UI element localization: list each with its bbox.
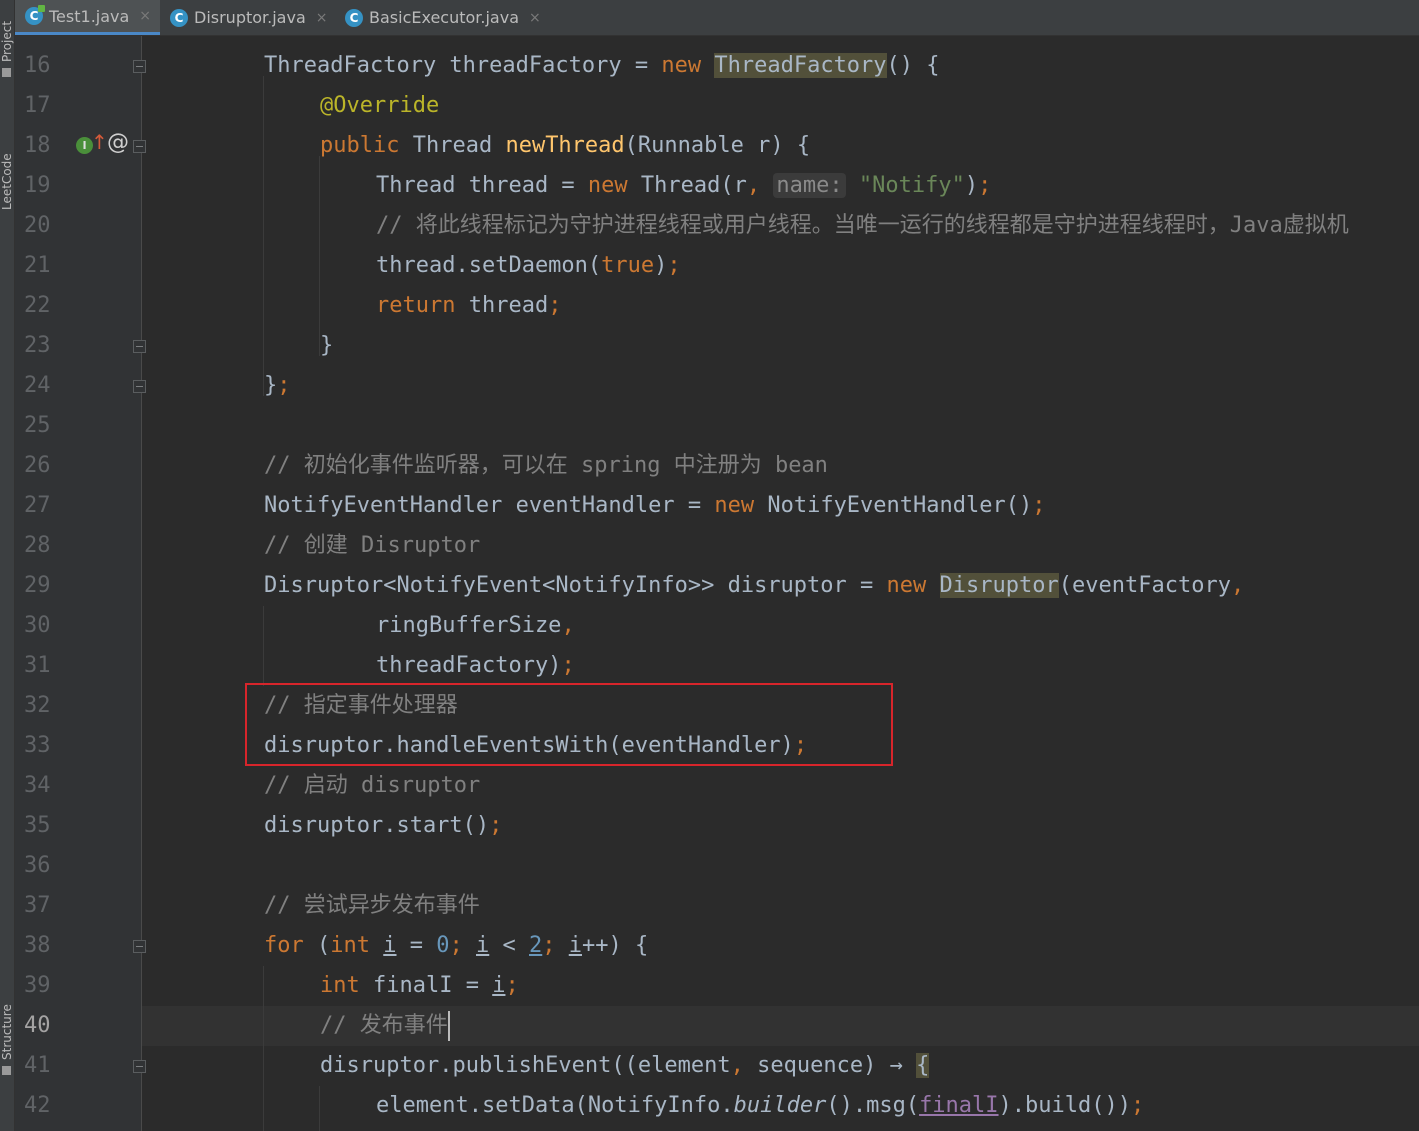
structure-tool-icon[interactable] [2,1066,11,1075]
text-caret [447,1011,450,1041]
tab-disruptor-java[interactable]: C Disruptor.java × [160,0,335,35]
project-tool-label[interactable]: Project [0,0,14,62]
code-line-29: Disruptor<NotifyEvent<NotifyInfo>> disru… [264,573,1245,598]
java-class-icon: C [25,5,45,25]
close-icon[interactable]: × [139,8,151,24]
code-line-21: thread.setDaemon(true); [376,253,681,278]
code-line-19: Thread thread = new Thread(r, name: "Not… [376,173,992,198]
line-number: 32 [24,693,51,718]
line-number: 34 [24,773,51,798]
code-line-42: element.setData(NotifyInfo.builder().msg… [376,1093,1145,1118]
parameter-hint: name: [773,173,846,198]
line-number: 38 [24,933,51,958]
line-number: 23 [24,333,51,358]
line-number: 27 [24,493,51,518]
code-line-16: ThreadFactory threadFactory = new Thread… [264,53,940,78]
highlight-annotation-box [245,683,893,766]
override-at-icon[interactable]: @ [107,130,129,155]
code-line-24: }; [264,373,291,398]
code-line-23: } [320,333,334,358]
line-number: 37 [24,893,51,918]
code-line-26: // 初始化事件监听器，可以在 spring 中注册为 bean [264,453,828,478]
tab-test1-java[interactable]: C Test1.java × [15,0,160,35]
line-number: 24 [24,373,51,398]
line-number: 26 [24,453,51,478]
project-tool-icon[interactable] [2,68,11,77]
tab-label: Test1.java [49,6,130,26]
code-line-22: return thread; [376,293,562,318]
code-editor[interactable]: ThreadFactory threadFactory = new Thread… [142,36,1419,1131]
code-line-17: @Override [320,93,440,118]
line-number: 29 [24,573,51,598]
line-number: 35 [24,813,51,838]
editor-tab-bar: C Test1.java × C Disruptor.java × C Basi… [15,0,1419,36]
code-line-30: ringBufferSize, [376,613,575,638]
code-line-28: // 创建 Disruptor [264,533,481,558]
line-number: 36 [24,853,51,878]
tab-label: Disruptor.java [194,8,306,27]
arrow-up-icon[interactable]: ↑ [91,130,108,154]
close-icon[interactable]: × [316,10,328,26]
code-line-38: for (int i = 0; i < 2; i++) { [264,933,649,958]
line-number: 18 [24,133,51,158]
tab-basicexecutor-java[interactable]: C BasicExecutor.java × [335,0,555,35]
line-number: 28 [24,533,51,558]
line-number-current: 40 [24,1013,51,1038]
code-line-20: // 将此线程标记为守护进程线程或用户线程。当唯一运行的线程都是守护进程线程时，… [376,213,1349,238]
left-tool-strip: Project LeetCode Structure [0,0,15,1131]
java-class-icon: C [345,8,363,27]
code-line-41: disruptor.publishEvent((element, sequenc… [320,1053,930,1078]
editor-gutter[interactable]: 16 17 18 19 20 21 22 23 24 25 26 27 28 2… [15,36,146,1131]
code-line-18: public Thread newThread(Runnable r) { [320,133,811,158]
line-number: 20 [24,213,51,238]
code-line-37: // 尝试异步发布事件 [264,893,480,918]
line-number: 17 [24,93,51,118]
java-class-icon: C [170,8,188,27]
line-number: 33 [24,733,51,758]
line-number: 25 [24,413,51,438]
code-line-27: NotifyEventHandler eventHandler = new No… [264,493,1046,518]
line-number: 22 [24,293,51,318]
code-line-34: // 启动 disruptor [264,773,481,798]
close-icon[interactable]: × [529,10,541,26]
line-number: 31 [24,653,51,678]
tab-label: BasicExecutor.java [369,8,520,27]
code-line-31: threadFactory); [376,653,575,678]
structure-tool-label[interactable]: Structure [0,960,14,1060]
line-number: 16 [24,53,51,78]
leetcode-tool-label[interactable]: LeetCode [0,90,14,210]
line-number: 39 [24,973,51,998]
line-number: 30 [24,613,51,638]
line-number: 42 [24,1093,51,1118]
code-line-35: disruptor.start(); [264,813,503,838]
line-number: 41 [24,1053,51,1078]
code-line-39: int finalI = i; [320,973,519,998]
line-number: 19 [24,173,51,198]
code-line-40: // 发布事件 [142,1006,1419,1046]
line-number: 21 [24,253,51,278]
